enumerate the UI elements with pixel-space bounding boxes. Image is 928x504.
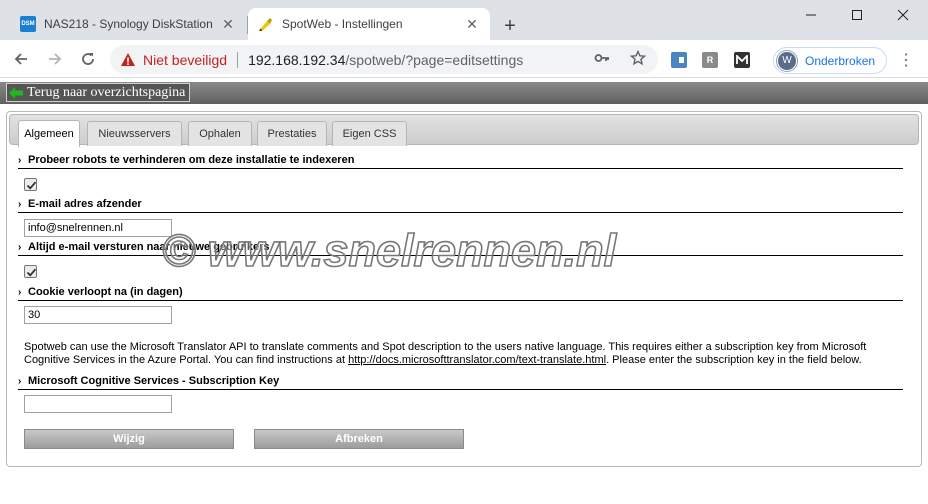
chevron-right-icon: ›: [18, 199, 22, 210]
send-mail-checkbox[interactable]: [24, 265, 37, 278]
tab-algemeen[interactable]: Algemeen: [18, 120, 80, 147]
back-to-overview-link[interactable]: Terug naar overzichtspagina: [6, 83, 191, 102]
forward-arrow-icon[interactable]: [44, 48, 66, 70]
email-field[interactable]: [24, 219, 172, 237]
close-window-icon[interactable]: [880, 0, 926, 30]
green-back-arrow-icon: [9, 86, 23, 99]
url-host: 192.168.192.34: [248, 51, 346, 68]
tab-prestaties[interactable]: Prestaties: [257, 121, 327, 146]
watermark: © www.snelrennen.nl: [161, 226, 618, 274]
tab-eigen-css[interactable]: Eigen CSS: [332, 121, 407, 146]
cancel-button[interactable]: Afbreken: [254, 429, 464, 449]
address-bar[interactable]: Niet beveiligd 192.168.192.34/spotweb/?p…: [110, 45, 658, 74]
reload-icon[interactable]: [77, 48, 99, 70]
back-arrow-icon[interactable]: [10, 48, 32, 70]
extension-r-icon[interactable]: R: [702, 52, 718, 68]
spotweb-favicon-icon: [258, 16, 274, 32]
url-path: /spotweb/?page=editsettings: [345, 51, 524, 68]
settings-tabs: Algemeen Nieuwsservers Ophalen Prestatie…: [9, 114, 919, 147]
new-tab-plus-icon[interactable]: +: [498, 14, 522, 38]
chevron-right-icon: ›: [18, 242, 22, 253]
browser-tab-nas[interactable]: DSM NAS218 - Synology DiskStation ✕: [10, 8, 246, 40]
subscription-key-field[interactable]: [24, 395, 172, 413]
warning-icon: [121, 52, 135, 66]
robots-section-title: › Probeer robots te verhinderen om deze i…: [18, 154, 903, 169]
chevron-right-icon: ›: [18, 155, 22, 166]
back-link-label: Terug naar overzichtspagina: [27, 84, 186, 100]
close-tab-icon[interactable]: ✕: [464, 16, 480, 32]
translator-docs-link[interactable]: http://docs.microsofttranslator.com/text…: [348, 354, 606, 366]
security-label[interactable]: Niet beveiligd: [143, 52, 227, 68]
svg-text:© www.snelrennen.nl: © www.snelrennen.nl: [162, 226, 618, 274]
cookie-section-title: › Cookie verloopt na (in dagen): [18, 286, 903, 301]
close-tab-icon[interactable]: ✕: [220, 16, 236, 32]
translator-description: Spotweb can use the Microsoft Translator…: [24, 341, 867, 366]
robots-checkbox[interactable]: [24, 178, 37, 191]
browser-tab-spotweb[interactable]: SpotWeb - Instellingen ✕: [248, 8, 490, 40]
tab-title: NAS218 - Synology DiskStation: [44, 17, 213, 31]
email-section-title: › E-mail adres afzender: [18, 198, 903, 213]
avatar: W: [777, 50, 797, 71]
dsm-favicon-icon: DSM: [20, 16, 36, 32]
key-icon[interactable]: [594, 50, 610, 69]
browser-toolbar: Niet beveiligd 192.168.192.34/spotweb/?p…: [0, 40, 928, 78]
profile-button[interactable]: W Onderbroken: [773, 47, 887, 74]
tab-title: SpotWeb - Instellingen: [282, 17, 403, 31]
subscription-section-title: › Microsoft Cognitive Services - Subscrip…: [18, 375, 903, 390]
cookie-days-field[interactable]: [24, 306, 172, 324]
browser-menu-icon[interactable]: ⋮: [898, 51, 914, 69]
omnibox-separator: [237, 51, 239, 68]
extension-mendeley-icon[interactable]: [734, 52, 750, 68]
tab-nieuwsservers[interactable]: Nieuwsservers: [87, 121, 182, 146]
save-button[interactable]: Wijzig: [24, 429, 234, 449]
chevron-right-icon: ›: [18, 376, 22, 387]
tab-ophalen[interactable]: Ophalen: [188, 121, 252, 146]
minimize-icon[interactable]: [788, 0, 834, 30]
extension-translate-icon[interactable]: [671, 52, 687, 68]
tab-strip: DSM NAS218 - Synology DiskStation ✕ Spot…: [0, 0, 928, 40]
spotweb-topbar: Terug naar overzichtspagina: [0, 82, 928, 104]
chevron-right-icon: ›: [18, 287, 22, 298]
profile-label: Onderbroken: [805, 53, 876, 68]
bookmark-star-icon[interactable]: [629, 49, 647, 69]
maximize-icon[interactable]: [834, 0, 880, 30]
